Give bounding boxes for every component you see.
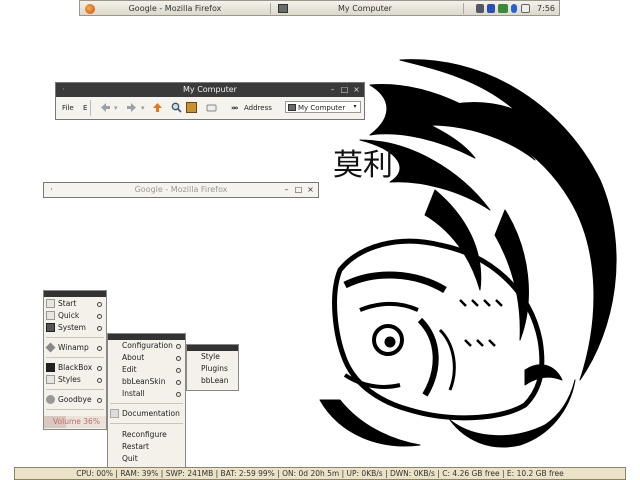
menu-separator [46, 389, 104, 390]
menu-item-goodbye[interactable]: Goodbye [44, 394, 106, 406]
menu-item-install[interactable]: Install [108, 388, 185, 400]
menu-item-start[interactable]: Start [44, 298, 106, 310]
taskbar: Google - Mozilla Firefox My Computer 7:5… [79, 0, 560, 16]
close-button[interactable]: × [352, 85, 361, 94]
menu-separator [110, 423, 183, 424]
menu-item-documentation[interactable]: Documentation [108, 408, 185, 420]
volume-icon[interactable] [498, 4, 508, 13]
computer-icon [278, 4, 288, 13]
menu-item-style[interactable]: Style [187, 351, 238, 363]
firefox-icon [85, 4, 95, 14]
menu-edit[interactable]: E [83, 98, 87, 119]
maximize-button[interactable]: □ [294, 185, 303, 194]
menu-item-configuration[interactable]: Configuration [108, 340, 185, 352]
window-menu-icon[interactable]: · [59, 85, 68, 94]
blackbox-icon [46, 363, 55, 372]
taskbar-separator [463, 3, 464, 14]
menu-item-about[interactable]: About [108, 352, 185, 364]
window-title: Google - Mozilla Firefox [134, 185, 228, 194]
clock[interactable]: 7:56 [537, 2, 555, 15]
folders-icon[interactable] [186, 102, 197, 113]
menu-item-restart[interactable]: Restart [108, 441, 185, 453]
folder-icon [46, 311, 55, 320]
menu-separator [46, 337, 104, 338]
battery-icon[interactable] [487, 4, 495, 13]
system-status-bar: CPU: 00% | RAM: 39% | SWP: 241MB | BAT: … [14, 467, 626, 480]
menu-separator [46, 357, 104, 358]
address-value: My Computer [298, 104, 346, 112]
firefox-window: · Google - Mozilla Firefox – □ × [43, 182, 319, 198]
window-titlebar[interactable]: · Google - Mozilla Firefox – □ × [44, 183, 318, 197]
my-computer-window: · My Computer – □ × File E ▾ ▾ » » Addre… [55, 82, 365, 120]
wallpaper-kanji: 莫利 [333, 148, 393, 183]
menu-separator [46, 409, 104, 410]
views-icon[interactable] [206, 102, 217, 113]
address-overflow-chevron[interactable]: » [234, 98, 239, 119]
forward-dropdown-icon[interactable]: ▾ [141, 98, 145, 119]
menu-item-plugins[interactable]: Plugins [187, 363, 238, 375]
task-label: Google - Mozilla Firefox [128, 4, 222, 13]
menu-item-quit[interactable]: Quit [108, 453, 185, 465]
window-title: My Computer [183, 85, 237, 94]
back-arrow-icon[interactable] [100, 102, 111, 113]
maximize-button[interactable]: □ [340, 85, 349, 94]
address-label: Address [244, 104, 272, 112]
window-titlebar[interactable]: · My Computer – □ × [56, 83, 364, 97]
folder-icon [46, 375, 55, 384]
status-text: CPU: 00% | RAM: 39% | SWP: 241MB | BAT: … [76, 469, 564, 478]
winamp-icon [45, 342, 56, 353]
window-menu-icon[interactable]: · [47, 185, 56, 194]
goodbye-icon [46, 395, 55, 404]
menu-item-styles[interactable]: Styles [44, 374, 106, 386]
search-icon[interactable] [171, 102, 182, 113]
back-dropdown-icon[interactable]: ▾ [114, 98, 118, 119]
chevron-down-icon[interactable]: ▾ [351, 103, 359, 111]
forward-arrow-icon[interactable] [126, 102, 137, 113]
menu-title-bar[interactable] [44, 291, 106, 297]
computer-icon [46, 323, 55, 332]
bluetooth-icon[interactable] [511, 4, 517, 13]
menu-item-blackbox[interactable]: BlackBox [44, 362, 106, 374]
minimize-button[interactable]: – [282, 185, 291, 194]
task-button-firefox[interactable]: Google - Mozilla Firefox [82, 2, 268, 15]
menu-file[interactable]: File [62, 98, 74, 119]
root-menu: Start Quick System Winamp BlackBox Style… [43, 290, 107, 430]
menu-item-reconfigure[interactable]: Reconfigure [108, 429, 185, 441]
blackbox-submenu: Configuration About Edit bbLeanSkin Inst… [107, 333, 186, 468]
close-button[interactable]: × [306, 185, 315, 194]
minimize-button[interactable]: – [328, 85, 337, 94]
up-folder-icon[interactable] [152, 102, 163, 113]
eject-icon[interactable] [521, 4, 530, 13]
menu-item-system[interactable]: System [44, 322, 106, 334]
menu-item-bblean[interactable]: bbLean [187, 375, 238, 387]
address-bar[interactable]: My Computer ▾ [285, 101, 361, 113]
configuration-submenu: Style Plugins bbLean [186, 344, 239, 391]
volume-slider[interactable]: Volume 36% [44, 416, 106, 428]
document-icon [110, 409, 119, 418]
folder-icon [46, 299, 55, 308]
menu-separator [110, 403, 183, 404]
task-label: My Computer [338, 4, 392, 13]
toolbar-divider [90, 100, 91, 116]
menu-item-quick[interactable]: Quick [44, 310, 106, 322]
network-icon[interactable] [476, 4, 484, 13]
menu-item-bbleanskin[interactable]: bbLeanSkin [108, 376, 185, 388]
menu-item-winamp[interactable]: Winamp [44, 342, 106, 354]
menu-item-edit[interactable]: Edit [108, 364, 185, 376]
task-button-my-computer[interactable]: My Computer [270, 2, 460, 15]
computer-icon [288, 104, 296, 111]
